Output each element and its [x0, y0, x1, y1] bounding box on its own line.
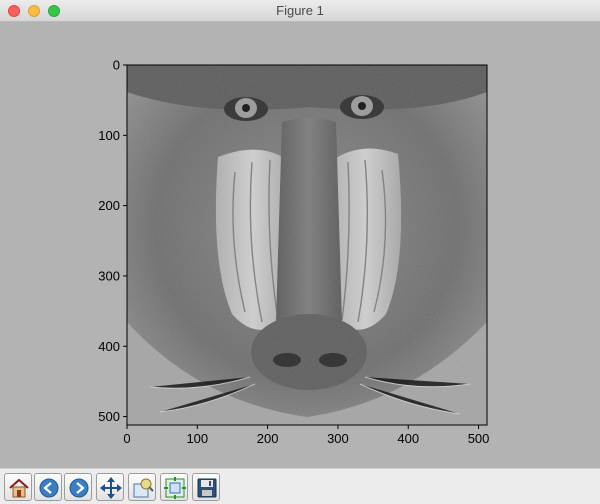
back-arrow-icon	[39, 478, 59, 498]
zoom-button-tool[interactable]	[128, 473, 156, 501]
zoom-rect-icon	[133, 478, 154, 498]
back-button[interactable]	[34, 473, 62, 501]
x-tick-label: 0	[123, 431, 130, 446]
home-icon	[9, 478, 29, 498]
y-tick-label: 400	[98, 339, 120, 354]
title-bar[interactable]: Figure 1	[0, 0, 600, 22]
y-tick-label: 100	[98, 128, 120, 143]
save-button[interactable]	[192, 473, 220, 501]
x-tick-label: 400	[397, 431, 419, 446]
image-raster	[127, 65, 487, 425]
window-title: Figure 1	[276, 3, 324, 18]
pan-button[interactable]	[96, 473, 124, 501]
move-icon	[100, 477, 122, 499]
y-tick-label: 0	[113, 58, 120, 73]
y-tick-label: 500	[98, 409, 120, 424]
navigation-toolbar	[0, 468, 600, 504]
floppy-icon	[197, 478, 217, 498]
home-button[interactable]	[4, 473, 32, 501]
x-tick-label: 500	[468, 431, 490, 446]
forward-arrow-icon	[69, 478, 89, 498]
subplots-icon	[164, 477, 186, 499]
x-tick-label: 300	[327, 431, 349, 446]
x-tick-label: 200	[257, 431, 279, 446]
plot-svg[interactable]: 0 100 200 300 400 5000100200300400500	[0, 22, 600, 468]
y-tick-label: 200	[98, 198, 120, 213]
subplots-button[interactable]	[160, 473, 188, 501]
figure-canvas[interactable]: 0 100 200 300 400 500 0 100 200 300 400 500	[0, 22, 600, 468]
y-tick-label: 300	[98, 268, 120, 283]
figure-window: Figure 1 0 100 200 300 400 500 0 100 200…	[0, 0, 600, 504]
x-tick-label: 100	[186, 431, 208, 446]
forward-button[interactable]	[64, 473, 92, 501]
